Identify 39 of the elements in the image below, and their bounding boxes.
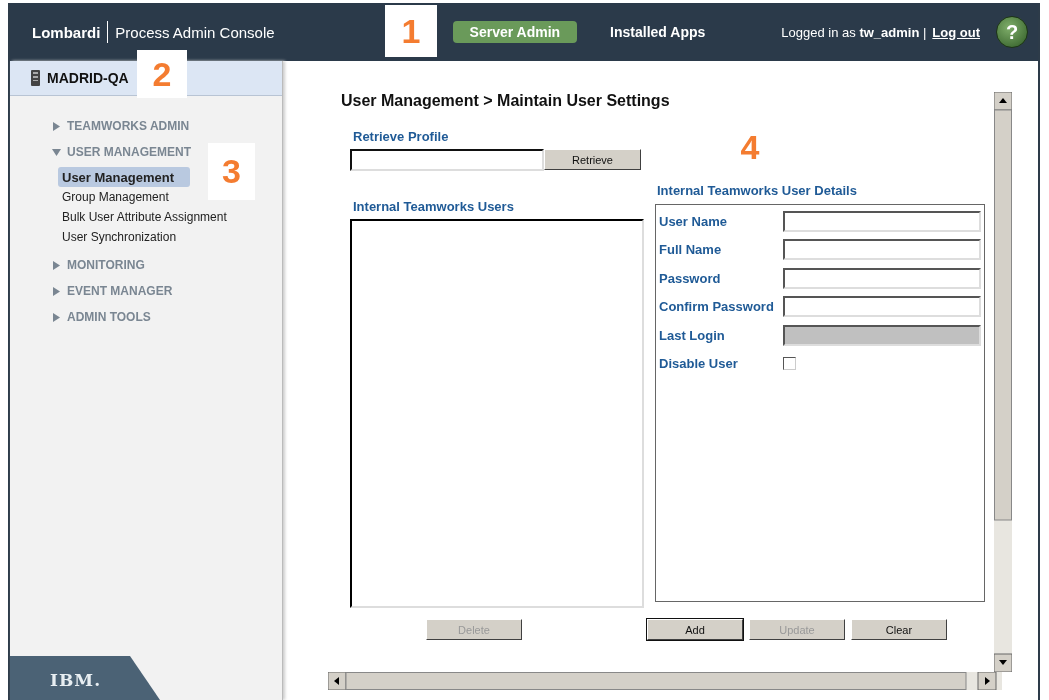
expand-triangle-icon — [52, 260, 61, 270]
form-button[interactable]: Clear — [851, 619, 947, 640]
retrieve-button[interactable]: Retrieve — [544, 149, 641, 170]
collapse-triangle-icon — [52, 147, 61, 157]
nav-item[interactable]: Bulk User Attribute Assignment — [58, 207, 243, 227]
expand-triangle-icon — [52, 121, 61, 131]
nav-item[interactable]: User Synchronization — [58, 227, 193, 247]
form-button[interactable]: Add — [647, 619, 743, 640]
checkbox[interactable] — [783, 357, 796, 371]
field-label: User Name — [659, 213, 728, 229]
expand-triangle-icon — [52, 312, 61, 322]
server-name: MADRID-QA — [47, 70, 129, 86]
nav-item[interactable]: Group Management — [58, 187, 185, 207]
text-field[interactable] — [783, 239, 981, 261]
profile-input[interactable] — [350, 149, 544, 171]
nav-item[interactable]: User Management — [58, 167, 190, 187]
text-field[interactable] — [783, 267, 981, 289]
page-title: User Management > Maintain User Settings — [341, 92, 671, 111]
text-field[interactable] — [783, 210, 981, 232]
field-label: Disable User — [659, 356, 739, 372]
section-label: Internal Teamworks Users — [353, 199, 515, 214]
field-label: Retrieve Profile — [353, 129, 450, 144]
ibm-logo: IBM. — [50, 670, 102, 690]
server-icon — [30, 69, 41, 87]
section-label: Internal Teamworks User Details — [657, 183, 858, 198]
expand-triangle-icon — [52, 286, 61, 296]
field-label: Full Name — [659, 242, 723, 258]
brand-name: Lombardi — [32, 23, 101, 41]
field-label: Password — [659, 270, 722, 286]
callout-number: 1 — [385, 5, 437, 57]
field-label: Last Login — [659, 327, 726, 343]
logout-link[interactable]: Log out — [932, 24, 980, 40]
login-text: Logged in as tw_admin | — [781, 24, 927, 40]
field-label: Confirm Password — [659, 299, 775, 315]
callout-number: 3 — [208, 143, 255, 200]
callout-number: 2 — [137, 50, 187, 98]
nav-tab[interactable]: Installed Apps — [593, 21, 723, 43]
product-name: Process Admin Console — [115, 23, 275, 41]
text-field[interactable] — [783, 296, 981, 318]
